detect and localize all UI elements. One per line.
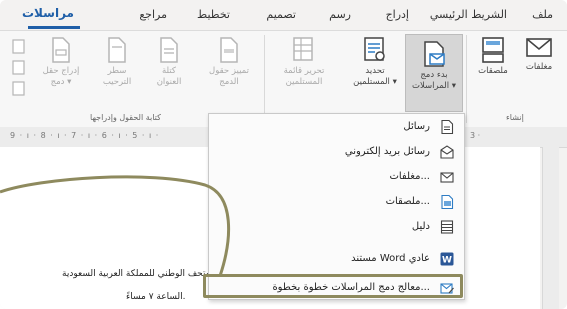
labels-icon <box>482 37 504 63</box>
ruler-right-mark: 3 · <box>470 131 481 140</box>
envelope-icon <box>440 172 454 183</box>
greeting-line-button[interactable]: سطر الترحيب <box>92 37 142 88</box>
directory-icon <box>440 220 454 234</box>
select-recipients-button[interactable]: تحديد المستلمين ▾ <box>348 37 402 88</box>
tab-draw[interactable]: رسم <box>329 8 351 21</box>
menu-item-label: مستند Word عادي <box>351 253 430 264</box>
start-mail-merge-button[interactable]: بدء دمج المراسلات ▾ <box>405 34 463 112</box>
start-mail-merge-icon <box>424 41 445 67</box>
insert-field-icon <box>52 37 70 63</box>
greeting-line-label-1: سطر <box>107 66 127 76</box>
highlight-fields-label-1: تمييز حقول <box>209 66 249 76</box>
address-block-label-1: كتلة <box>162 66 176 76</box>
document-line-2: الساعة ٧ مساءً. <box>126 292 186 302</box>
labels-button[interactable]: ملصقات <box>470 37 516 77</box>
menu-item-label: ملصقات... <box>385 196 430 207</box>
tab-design[interactable]: تصميم <box>266 8 296 21</box>
menu-item-label: رسائل <box>403 121 430 132</box>
start-mail-merge-label-1: بدء دمج <box>420 70 448 80</box>
menu-item-email-messages[interactable]: رسائل بريد إلكتروني <box>209 141 464 164</box>
word-document-icon: W <box>440 252 454 266</box>
menu-item-labels[interactable]: ملصقات... <box>209 191 464 214</box>
tab-references[interactable]: مراجع <box>139 8 167 21</box>
edit-list-icon <box>293 37 313 61</box>
highlight-fields-icon <box>220 37 238 63</box>
create-group-label: إنشاء <box>506 113 524 122</box>
select-recipients-label-2: المستلمين ▾ <box>353 77 397 87</box>
envelopes-button[interactable]: مغلفات <box>516 37 562 73</box>
insert-field-label-1: إدراج حقل <box>42 66 80 76</box>
menu-item-label: مغلفات... <box>389 171 430 182</box>
insert-merge-field-button[interactable]: إدراج حقل دمج ▾ <box>32 37 90 88</box>
ribbon-tabs: ملف الشريط الرئيسي إدراج رسم تصميم تخطيط… <box>0 0 567 30</box>
write-insert-group-label: كتابة الحقول وإدراجها <box>90 113 161 122</box>
rules-icon <box>12 39 25 96</box>
label-icon <box>441 195 454 209</box>
edit-recipient-list-button[interactable]: تحرير قائمة المستلمين <box>270 37 338 88</box>
menu-item-normal-word-document[interactable]: مستند Word عادي W <box>209 248 464 271</box>
address-block-label-2: العنوان <box>156 77 182 87</box>
tab-home[interactable]: الشريط الرئيسي <box>430 8 507 21</box>
menu-item-label: دليل <box>411 221 430 232</box>
address-block-button[interactable]: كتلة العنوان <box>144 37 194 88</box>
tab-file[interactable]: ملف <box>532 8 553 21</box>
select-recipients-icon <box>364 37 385 61</box>
menu-item-label: رسائل بريد إلكتروني <box>344 146 430 157</box>
greeting-line-icon <box>108 37 126 63</box>
edit-list-label-2: المستلمين <box>285 77 323 87</box>
email-icon <box>440 145 454 159</box>
edit-list-label-1: تحرير قائمة <box>283 66 325 76</box>
word-window: ملف الشريط الرئيسي إدراج رسم تصميم تخطيط… <box>0 0 567 309</box>
greeting-line-label-2: الترحيب <box>102 77 132 87</box>
letter-icon <box>441 120 454 134</box>
active-tab-indicator <box>28 26 80 29</box>
envelope-icon <box>526 38 552 57</box>
group-separator <box>264 35 265 123</box>
menu-item-envelopes[interactable]: مغلفات... <box>209 166 464 189</box>
select-recipients-label-1: تحديد <box>365 66 385 76</box>
menu-item-letters[interactable]: رسائل <box>209 116 464 139</box>
wizard-highlight-box <box>203 274 463 298</box>
start-mail-merge-menu: رسائل رسائل بريد إلكتروني مغلفات... ملصق… <box>208 113 465 300</box>
vertical-ruler <box>542 147 559 309</box>
group-separator <box>466 35 467 123</box>
insert-field-label-2: دمج ▾ <box>50 77 72 87</box>
labels-label: ملصقات <box>478 66 508 76</box>
envelopes-label: مغلفات <box>525 62 553 72</box>
tab-insert[interactable]: إدراج <box>386 8 409 21</box>
ruler-numbers: 9 · ı · 8 · ı · 7 · ı · 6 · ı · 5 · ı · <box>10 131 160 140</box>
start-mail-merge-label-2: المراسلات ▾ <box>411 81 457 91</box>
tab-mailings[interactable]: مراسلات <box>22 6 74 20</box>
menu-item-directory[interactable]: دليل <box>209 216 464 239</box>
highlight-merge-fields-button[interactable]: تمييز حقول الدمج <box>200 37 258 88</box>
address-block-icon <box>160 37 178 63</box>
rules-button[interactable] <box>8 39 30 103</box>
highlight-fields-label-2: الدمج <box>219 77 239 87</box>
svg-text:W: W <box>442 256 452 266</box>
tab-layout[interactable]: تخطيط <box>197 8 230 21</box>
